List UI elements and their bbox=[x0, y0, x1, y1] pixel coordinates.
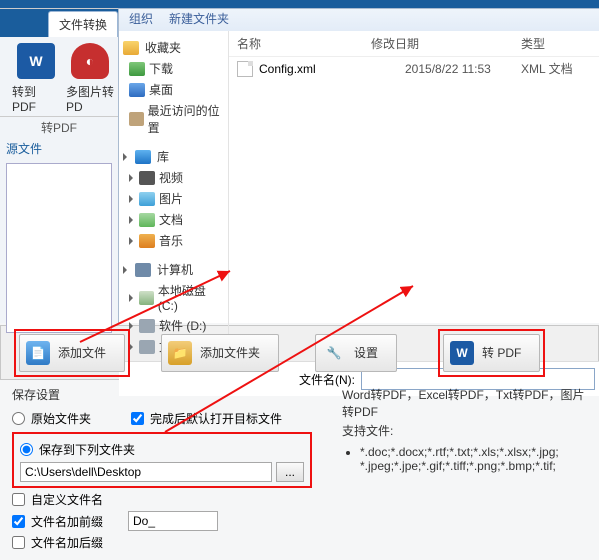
add-file-label: 添加文件 bbox=[58, 344, 106, 361]
check-suffix[interactable]: 文件名加后缀 bbox=[12, 534, 312, 551]
ribbon-img-label: 多图片转PD bbox=[66, 83, 114, 114]
info-panel: Word转PDF，Excel转PDF，Txt转PDF，图片转PDF 支持文件: … bbox=[336, 386, 587, 554]
library-icon bbox=[135, 150, 151, 164]
nav-libraries[interactable]: 库 bbox=[157, 148, 169, 165]
drive-icon bbox=[139, 291, 154, 305]
nav-favorites[interactable]: 收藏夹 bbox=[145, 39, 181, 56]
source-files-label: 源文件 bbox=[0, 136, 118, 161]
col-type[interactable]: 类型 bbox=[521, 35, 591, 52]
drive-icon bbox=[139, 340, 155, 354]
info-ext-1: *.doc;*.docx;*.rtf;*.txt;*.xls;*.xlsx;*.… bbox=[360, 445, 559, 459]
nav-music[interactable]: 音乐 bbox=[129, 230, 224, 251]
info-conversions: Word转PDF，Excel转PDF，Txt转PDF，图片转PDF bbox=[342, 386, 587, 420]
nav-video[interactable]: 视频 bbox=[129, 167, 224, 188]
file-date: 2015/8/22 11:53 bbox=[405, 62, 515, 76]
check-custom-name[interactable]: 自定义文件名 bbox=[12, 491, 312, 508]
save-settings-title: 保存设置 bbox=[12, 386, 312, 403]
browse-button[interactable]: ... bbox=[276, 462, 304, 482]
file-name: Config.xml bbox=[259, 62, 316, 76]
file-row[interactable]: Config.xml 2015/8/22 11:53 XML 文档 bbox=[229, 57, 599, 80]
folder-plus-icon: 📁 bbox=[168, 341, 192, 365]
star-icon bbox=[123, 41, 139, 55]
radio-original-folder[interactable]: 原始文件夹 bbox=[12, 410, 91, 427]
desktop-icon bbox=[129, 83, 145, 97]
music-icon bbox=[139, 234, 155, 248]
download-icon bbox=[129, 62, 145, 76]
file-plus-icon: 📄 bbox=[26, 341, 50, 365]
ribbon-to-pdf[interactable]: W 转到 PDF bbox=[12, 43, 60, 114]
ribbon-img-to-pdf[interactable]: ◐ 多图片转PD bbox=[66, 43, 114, 114]
dialog-nav-tree[interactable]: 收藏夹 下载 桌面 最近访问的位置 库 视频 图片 文档 音乐 计算机 本地磁盘… bbox=[119, 31, 229, 361]
recent-icon bbox=[129, 112, 144, 126]
computer-icon bbox=[135, 263, 151, 277]
settings-button[interactable]: 🔧 设置 bbox=[315, 334, 397, 372]
convert-pdf-button[interactable]: W 转 PDF bbox=[443, 334, 540, 372]
tab-file-convert[interactable]: 文件转换 bbox=[48, 11, 118, 37]
nav-drive-d[interactable]: 软件 (D:) bbox=[129, 315, 224, 336]
source-files-list[interactable] bbox=[6, 163, 112, 333]
save-path-input[interactable] bbox=[20, 462, 272, 482]
nav-documents[interactable]: 文档 bbox=[129, 209, 224, 230]
nav-drive-c[interactable]: 本地磁盘 (C:) bbox=[129, 280, 224, 315]
nav-recent[interactable]: 最近访问的位置 bbox=[129, 100, 224, 138]
col-name[interactable]: 名称 bbox=[237, 35, 331, 52]
ribbon-to-pdf-label: 转到 PDF bbox=[12, 83, 60, 114]
ribbon-group-label: 转PDF bbox=[0, 119, 118, 136]
gear-icon: 🔧 bbox=[322, 341, 346, 365]
radio-save-to-folder[interactable]: 保存到下列文件夹 bbox=[20, 441, 304, 458]
document-icon bbox=[139, 213, 155, 227]
settings-label: 设置 bbox=[354, 344, 378, 361]
nav-computer[interactable]: 计算机 bbox=[157, 261, 193, 278]
picture-icon bbox=[139, 192, 155, 206]
add-folder-label: 添加文件夹 bbox=[200, 344, 260, 361]
check-prefix[interactable]: 文件名加前缀 bbox=[12, 513, 122, 530]
file-open-dialog: 组织 新建文件夹 收藏夹 下载 桌面 最近访问的位置 库 视频 图片 文档 音乐… bbox=[118, 8, 599, 323]
add-folder-button[interactable]: 📁 添加文件夹 bbox=[161, 334, 279, 372]
convert-pdf-label: 转 PDF bbox=[482, 344, 521, 361]
check-open-after[interactable]: 完成后默认打开目标文件 bbox=[131, 410, 282, 427]
nav-desktop[interactable]: 桌面 bbox=[129, 79, 224, 100]
toolbar-new-folder[interactable]: 新建文件夹 bbox=[169, 10, 229, 27]
filename-label: 文件名(N): bbox=[299, 371, 355, 388]
add-file-button[interactable]: 📄 添加文件 bbox=[19, 334, 125, 372]
xml-file-icon bbox=[237, 61, 253, 77]
info-ext-2: *.jpeg;*.jpe;*.gif;*.tiff;*.png;*.bmp;*.… bbox=[360, 459, 556, 473]
nav-downloads[interactable]: 下载 bbox=[129, 58, 224, 79]
image-icon: ◐ bbox=[71, 43, 109, 79]
prefix-input[interactable] bbox=[128, 511, 218, 531]
drive-icon bbox=[139, 319, 155, 333]
word-icon: W bbox=[450, 341, 474, 365]
toolbar-organize[interactable]: 组织 bbox=[129, 10, 153, 27]
file-type: XML 文档 bbox=[521, 60, 591, 77]
word-icon: W bbox=[17, 43, 55, 79]
info-support-label: 支持文件: bbox=[342, 422, 587, 439]
video-icon bbox=[139, 171, 155, 185]
nav-pictures[interactable]: 图片 bbox=[129, 188, 224, 209]
col-date[interactable]: 修改日期 bbox=[371, 35, 481, 52]
